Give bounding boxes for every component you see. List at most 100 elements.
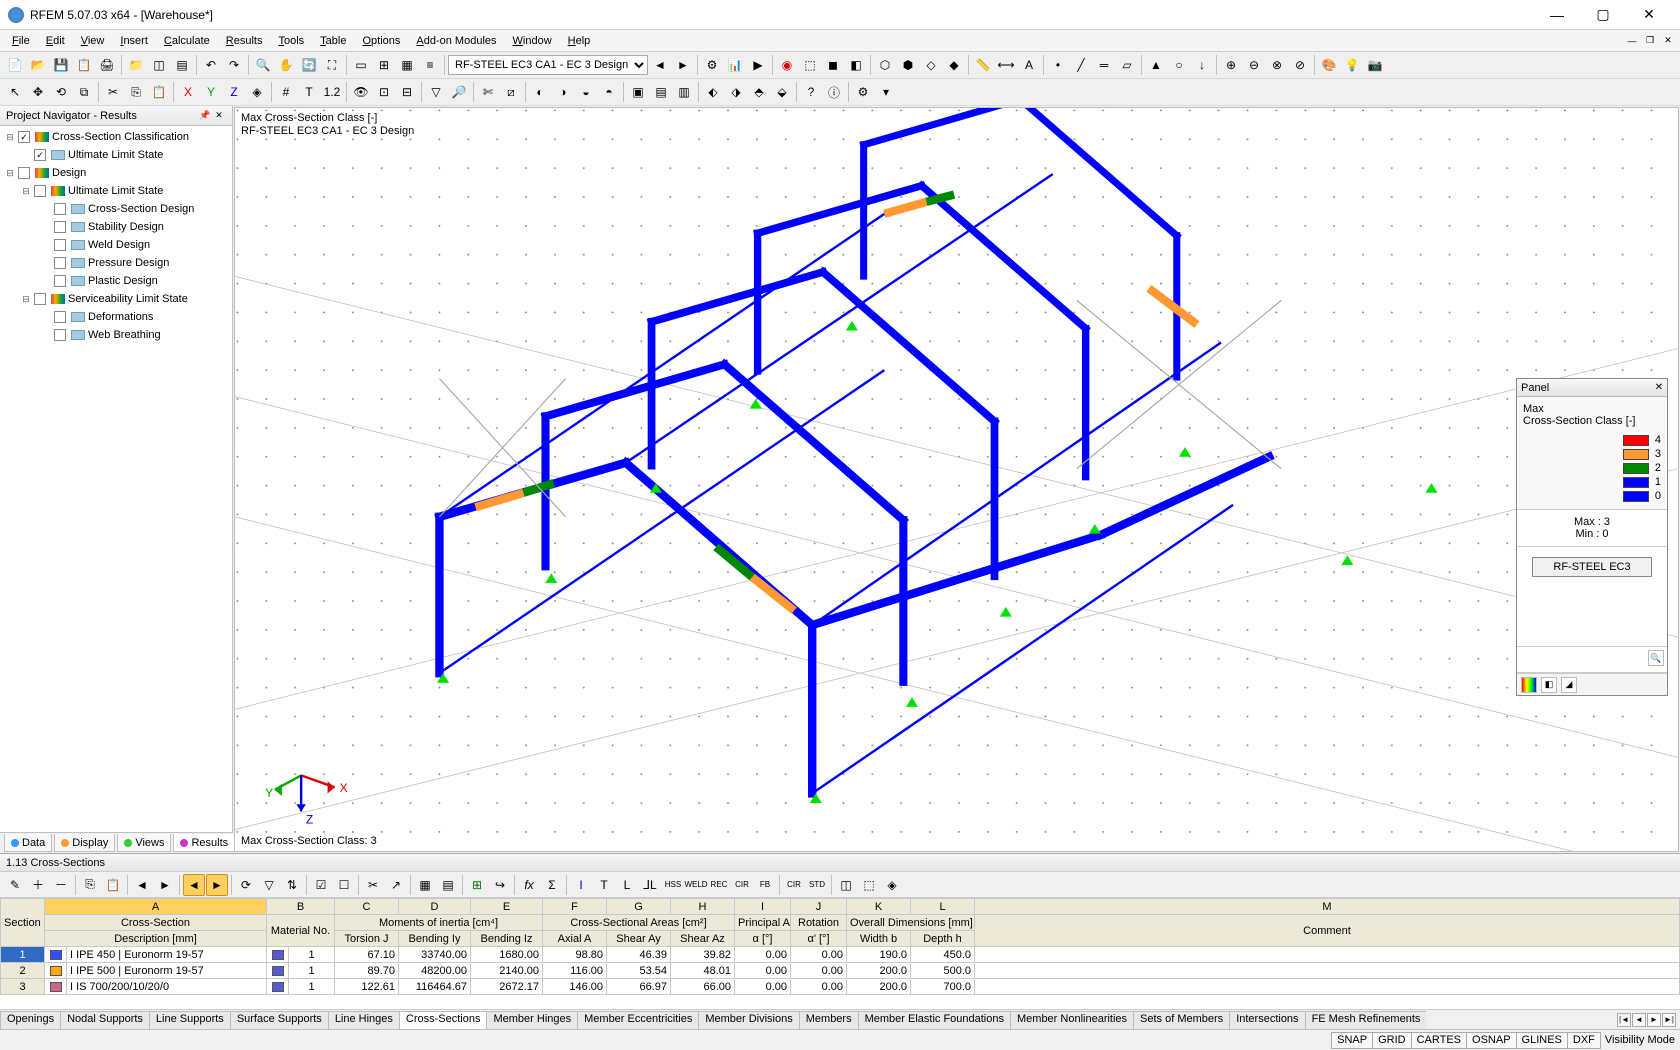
status-visibility-mode[interactable]: Visibility Mode (1600, 1032, 1680, 1049)
tt-refresh-icon[interactable]: ⟳ (235, 874, 257, 896)
checkbox-icon[interactable] (54, 311, 66, 323)
tt-bold-hl-icon[interactable]: ◄ (183, 874, 205, 896)
tb2-values-icon[interactable]: 1.2 (321, 81, 343, 103)
table-tab[interactable]: Line Supports (149, 1011, 231, 1029)
panel-tab3-icon[interactable]: ◢ (1561, 677, 1577, 693)
tt-new-icon[interactable]: ＋ (27, 874, 49, 896)
tb-line-icon[interactable]: ╱ (1070, 54, 1092, 76)
design-case-combo[interactable]: RF-STEEL EC3 CA1 - EC 3 Design (448, 55, 648, 75)
tb-save-icon[interactable]: 💾 (50, 54, 72, 76)
tt-sel1-icon[interactable]: ☑ (310, 874, 332, 896)
tb2-extra3-icon[interactable]: ⬘ (748, 81, 770, 103)
menu-table[interactable]: Table (312, 33, 354, 49)
status-toggle-glines[interactable]: GLINES (1516, 1032, 1568, 1049)
tb2-view-y-icon[interactable]: Y (200, 81, 222, 103)
col-D[interactable]: D (399, 899, 471, 915)
tb-grid-icon[interactable]: ▦ (396, 54, 418, 76)
tt-prev-icon[interactable]: ◄ (131, 874, 153, 896)
maximize-button[interactable]: ▢ (1580, 0, 1626, 30)
tb-project-icon[interactable]: 📁 (125, 54, 147, 76)
checkbox-icon[interactable] (54, 257, 66, 269)
menu-edit[interactable]: Edit (38, 33, 73, 49)
tt-section-cir-icon[interactable]: CIR (731, 874, 753, 896)
tb-tool-b-icon[interactable]: ⬢ (897, 54, 919, 76)
tree-cross-section-classification[interactable]: ⊟Cross-Section Classification (0, 128, 232, 146)
tree-pressure-design[interactable]: Pressure Design (0, 254, 232, 272)
navtab-display[interactable]: Display (54, 834, 115, 852)
tb-zoom-icon[interactable]: 🔍 (252, 54, 274, 76)
tb-ex1-icon[interactable]: ⊕ (1220, 54, 1242, 76)
tb-block-icon[interactable]: ◫ (148, 54, 170, 76)
close-button[interactable]: ✕ (1626, 0, 1672, 30)
tb2-num-icon[interactable]: # (275, 81, 297, 103)
table-tab[interactable]: Member Eccentricities (577, 1011, 699, 1029)
navigator-tree[interactable]: ⊟Cross-Section Classification Ultimate L… (0, 126, 232, 853)
panel-module-button[interactable]: RF-STEEL EC3 (1532, 557, 1652, 577)
tb-hinge-icon[interactable]: ○ (1168, 54, 1190, 76)
tb2-help-icon[interactable]: ? (800, 81, 822, 103)
tb2-find-icon[interactable]: 🔎 (448, 81, 470, 103)
menu-addon[interactable]: Add-on Modules (408, 33, 504, 49)
panel-close-icon[interactable]: ✕ (1655, 382, 1663, 393)
tt-3d2-icon[interactable]: ⬚ (858, 874, 880, 896)
tab-scroll-first-icon[interactable]: |◄ (1617, 1013, 1631, 1027)
table-tab[interactable]: Member Hinges (486, 1011, 578, 1029)
checkbox-icon[interactable] (34, 293, 46, 305)
tt-section-fb-icon[interactable]: FB (754, 874, 776, 896)
col-A[interactable]: A (45, 899, 267, 915)
tb-light-icon[interactable]: 💡 (1341, 54, 1363, 76)
tb2-copy2-icon[interactable]: ⎘ (125, 81, 147, 103)
panel-tab2-icon[interactable]: ◧ (1541, 677, 1557, 693)
col-F[interactable]: F (543, 899, 607, 915)
menu-tools[interactable]: Tools (270, 33, 312, 49)
tt-section-i-icon[interactable]: I (570, 874, 592, 896)
menu-help[interactable]: Help (560, 33, 599, 49)
panel-tab1-icon[interactable] (1521, 677, 1537, 693)
navtab-views[interactable]: Views (117, 834, 171, 852)
minimize-button[interactable]: ― (1534, 0, 1580, 30)
checkbox-icon[interactable] (54, 239, 66, 251)
checkbox-icon[interactable] (18, 167, 30, 179)
table-tab[interactable]: Member Nonlinearities (1010, 1011, 1134, 1029)
tb2-info-icon[interactable]: ⓘ (823, 81, 845, 103)
table-tab[interactable]: Cross-Sections (399, 1011, 488, 1029)
tt-3d3-icon[interactable]: ◈ (881, 874, 903, 896)
navtab-results[interactable]: Results (173, 834, 235, 852)
tb2-pointer-icon[interactable]: ↖ (4, 81, 26, 103)
table-tab[interactable]: Members (799, 1011, 859, 1029)
mdi-close[interactable]: ✕ (1660, 34, 1676, 48)
tb-tool-d-icon[interactable]: ◆ (943, 54, 965, 76)
tb-data-icon[interactable]: ▤ (171, 54, 193, 76)
tb-open-icon[interactable]: 📂 (27, 54, 49, 76)
menu-results[interactable]: Results (218, 33, 271, 49)
3d-viewport[interactable]: Max Cross-Section Class [-] RF-STEEL EC3… (234, 107, 1679, 852)
status-toggle-grid[interactable]: GRID (1372, 1032, 1412, 1049)
tb2-filter-icon[interactable]: ▽ (425, 81, 447, 103)
material-no-cell[interactable]: 1 (289, 979, 335, 995)
tab-scroll-prev-icon[interactable]: ◄ (1632, 1013, 1646, 1027)
table-tab[interactable]: Surface Supports (230, 1011, 329, 1029)
tb-load-icon[interactable]: ↓ (1191, 54, 1213, 76)
table-tab[interactable]: Line Hinges (328, 1011, 400, 1029)
tb-pan-icon[interactable]: ✋ (275, 54, 297, 76)
navtab-data[interactable]: Data (4, 834, 52, 852)
tb2-cut-icon[interactable]: ✂ (102, 81, 124, 103)
tt-edit-icon[interactable]: ✎ (4, 874, 26, 896)
mdi-restore[interactable]: ❐ (1642, 34, 1658, 48)
tb2-move-icon[interactable]: ✥ (27, 81, 49, 103)
tree-design[interactable]: ⊟Design (0, 164, 232, 182)
tb-wireframe-icon[interactable]: ⬚ (799, 54, 821, 76)
tt-export-icon[interactable]: ↪ (489, 874, 511, 896)
col-E[interactable]: E (471, 899, 543, 915)
section-desc-cell[interactable]: I IPE 500 | Euronorm 19-57 (67, 963, 267, 979)
tb-fit-icon[interactable]: ⛶ (321, 54, 343, 76)
menu-view[interactable]: View (73, 33, 113, 49)
tree-deformations[interactable]: Deformations (0, 308, 232, 326)
table-tab[interactable]: Openings (0, 1011, 61, 1029)
th-section-no[interactable]: Section No. (1, 899, 45, 947)
tb2-render3-icon[interactable]: ▥ (673, 81, 695, 103)
tb2-settings-icon[interactable]: ⚙ (852, 81, 874, 103)
tb-print-icon[interactable]: 🖨 (96, 54, 118, 76)
tt-section-t-icon[interactable]: T (593, 874, 615, 896)
tb2-drop-icon[interactable]: ▾ (875, 81, 897, 103)
